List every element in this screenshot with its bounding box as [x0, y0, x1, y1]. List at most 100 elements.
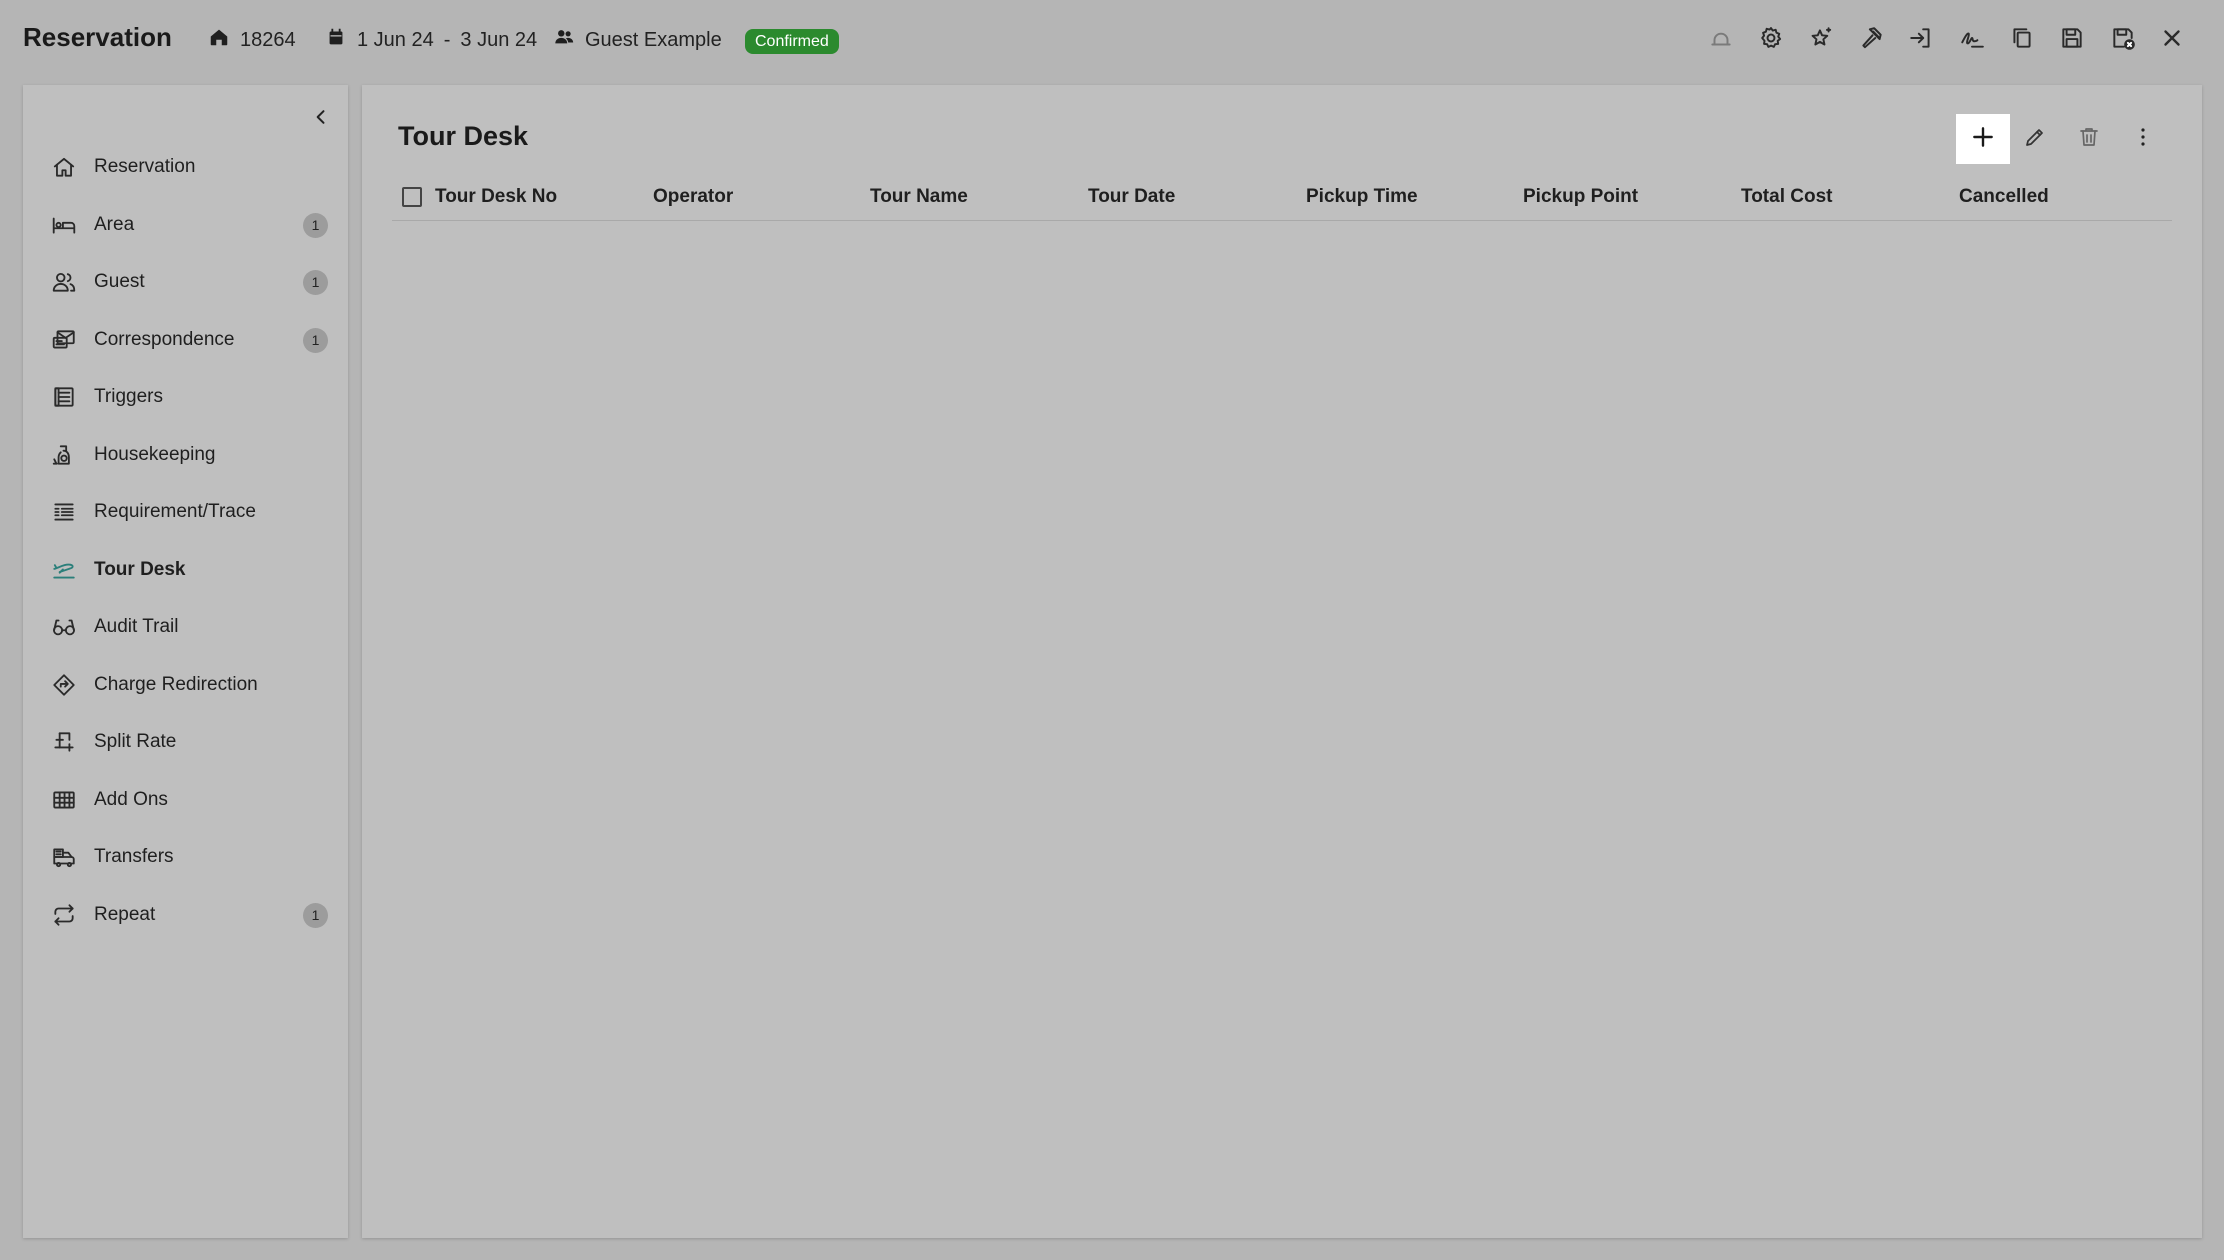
add-button[interactable] [1956, 114, 2010, 164]
plane-icon [50, 556, 78, 584]
table-header: Tour Desk No Operator Tour Name Tour Dat… [392, 177, 2172, 221]
pencil-icon [2023, 125, 2047, 154]
edit-button[interactable] [2017, 121, 2053, 157]
sidebar-item-tour-desk[interactable]: Tour Desk [23, 545, 348, 595]
housekeeping-icon [50, 441, 78, 469]
sidebar-item-label: Add Ons [94, 789, 168, 810]
reservation-number: 18264 [208, 26, 296, 54]
sidebar-item-area[interactable]: Area 1 [23, 200, 348, 250]
settings-button[interactable] [1753, 22, 1789, 58]
signature-icon [1959, 25, 1985, 56]
guest-name-text: Guest Example [585, 28, 722, 51]
sidebar-item-triggers[interactable]: Triggers [23, 372, 348, 422]
copy-button[interactable] [2004, 22, 2040, 58]
status-badge: Confirmed [745, 29, 839, 54]
grid-icon [50, 786, 78, 814]
save-button[interactable] [2054, 22, 2090, 58]
calendar-icon [325, 26, 347, 54]
sidebar-item-charge-redirection[interactable]: Charge Redirection [23, 660, 348, 710]
split-icon [50, 728, 78, 756]
sidebar-item-housekeeping[interactable]: Housekeeping [23, 430, 348, 480]
count-badge: 1 [303, 327, 328, 353]
users-icon [553, 26, 575, 54]
sidebar-item-label: Charge Redirection [94, 674, 258, 695]
sidebar-item-label: Requirement/Trace [94, 501, 256, 522]
page-title: Reservation [23, 22, 172, 52]
sidebar-item-label: Triggers [94, 386, 163, 407]
sidebar-item-label: Repeat [94, 904, 156, 925]
close-button[interactable] [2154, 22, 2190, 58]
bed-icon [50, 211, 78, 239]
close-icon [2159, 25, 2185, 56]
sidebar-item-reservation[interactable]: Reservation [23, 142, 348, 192]
sidebar-item-label: Reservation [94, 156, 196, 177]
list-icon [50, 498, 78, 526]
column-header-cancelled[interactable]: Cancelled [1959, 186, 2049, 208]
triggers-icon [50, 383, 78, 411]
chevron-left-icon [311, 107, 331, 132]
copy-icon [2009, 25, 2035, 56]
maintenance-button[interactable] [1854, 22, 1890, 58]
repeat-icon [50, 901, 78, 929]
trash-icon [2077, 125, 2101, 154]
sidebar-item-label: Area [94, 214, 135, 235]
sidebar-item-repeat[interactable]: Repeat 1 [23, 890, 348, 940]
date-from: 1 Jun 24 [357, 28, 434, 51]
sidebar-item-split-rate[interactable]: Split Rate [23, 717, 348, 767]
save-icon [2059, 25, 2085, 56]
column-header-operator[interactable]: Operator [653, 186, 733, 208]
sparkle-star-icon [1808, 25, 1834, 56]
guest-name: Guest Example [553, 26, 722, 54]
date-to: 3 Jun 24 [460, 28, 538, 51]
top-bar: Reservation 18264 1 Jun 24 - 3 Jun 24 Gu… [0, 0, 2224, 80]
vip-button[interactable] [1803, 22, 1839, 58]
sidebar-item-label: Audit Trail [94, 616, 179, 637]
collapse-sidebar-button[interactable] [305, 103, 337, 135]
diamond-arrow-icon [50, 671, 78, 699]
column-header-tour-date[interactable]: Tour Date [1088, 186, 1175, 208]
sidebar-item-label: Split Rate [94, 731, 177, 752]
sidebar-item-label: Tour Desk [94, 559, 186, 580]
more-options-button[interactable] [2125, 121, 2161, 157]
sidebar-item-label: Guest [94, 271, 145, 292]
column-header-tour-name[interactable]: Tour Name [870, 186, 968, 208]
column-header-total-cost[interactable]: Total Cost [1741, 186, 1832, 208]
hammer-icon [1859, 25, 1885, 56]
reservation-number-text: 18264 [240, 28, 296, 51]
sidebar-item-audit-trail[interactable]: Audit Trail [23, 602, 348, 652]
sidebar-item-transfers[interactable]: Transfers [23, 832, 348, 882]
section-title: Tour Desk [398, 121, 529, 151]
delete-button[interactable] [2071, 121, 2107, 157]
date-range: 1 Jun 24 - 3 Jun 24 [325, 26, 537, 54]
sidebar-item-guest[interactable]: Guest 1 [23, 257, 348, 307]
home-icon [50, 153, 78, 181]
bus-icon [50, 843, 78, 871]
plus-icon [1970, 124, 1996, 155]
correspondence-icon [50, 326, 78, 354]
save-close-icon [2110, 25, 2136, 56]
sidebar-item-label: Transfers [94, 846, 174, 867]
sidebar-item-correspondence[interactable]: Correspondence 1 [23, 315, 348, 365]
signature-button[interactable] [1954, 22, 1990, 58]
tour-desk-panel: Tour Desk Tour Desk No Operator Tour Nam… [362, 85, 2202, 1238]
sidebar-item-label: Housekeeping [94, 444, 216, 465]
count-badge: 1 [303, 269, 328, 295]
users-icon [50, 268, 78, 296]
glasses-icon [50, 613, 78, 641]
select-all-checkbox[interactable] [402, 187, 422, 207]
sign-in-icon [1908, 25, 1934, 56]
column-header-pickup-time[interactable]: Pickup Time [1306, 186, 1418, 208]
home-icon [208, 26, 230, 54]
sidebar-item-requirement-trace[interactable]: Requirement/Trace [23, 487, 348, 537]
sidebar-item-add-ons[interactable]: Add Ons [23, 775, 348, 825]
save-close-button[interactable] [2105, 22, 2141, 58]
column-header-pickup-point[interactable]: Pickup Point [1523, 186, 1638, 208]
check-in-button[interactable] [1903, 22, 1939, 58]
sidebar-item-label: Correspondence [94, 329, 235, 350]
count-badge: 1 [303, 902, 328, 928]
sidebar: Reservation Area 1 Guest 1 Correspondenc… [23, 85, 348, 1238]
count-badge: 1 [303, 212, 328, 238]
column-header-tour-desk-no[interactable]: Tour Desk No [435, 186, 557, 208]
bell-icon [1708, 25, 1734, 56]
bell-button[interactable] [1703, 22, 1739, 58]
